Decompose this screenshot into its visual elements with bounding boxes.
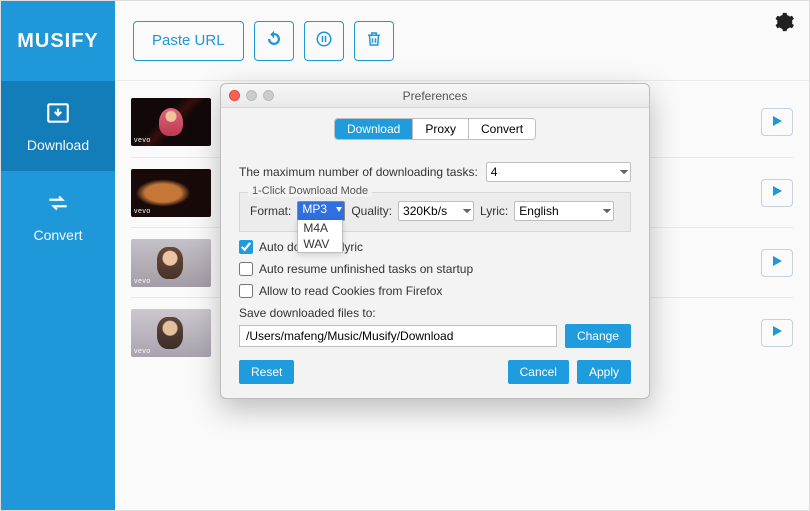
max-tasks-label: The maximum number of downloading tasks: — [239, 165, 478, 179]
app-window: MUSIFY Download Convert Paste URL — [0, 0, 810, 511]
format-select[interactable]: MP3 — [297, 201, 345, 221]
cancel-button[interactable]: Cancel — [508, 360, 569, 384]
auto-resume-checkbox[interactable] — [239, 262, 253, 276]
format-option-m4a[interactable]: M4A — [298, 220, 342, 236]
dialog-titlebar: Preferences — [221, 84, 649, 108]
cookies-label: Allow to read Cookies from Firefox — [259, 284, 442, 298]
format-dropdown: M4A WAV — [297, 220, 343, 253]
apply-button[interactable]: Apply — [577, 360, 631, 384]
quality-label: Quality: — [351, 204, 392, 218]
max-tasks-select[interactable]: 4 — [486, 162, 631, 182]
save-path-label: Save downloaded files to: — [239, 306, 631, 320]
lyric-select[interactable]: English — [514, 201, 614, 221]
format-label: Format: — [250, 204, 291, 218]
auto-resume-label: Auto resume unfinished tasks on startup — [259, 262, 473, 276]
cookies-checkbox[interactable] — [239, 284, 253, 298]
group-legend: 1-Click Download Mode — [248, 185, 372, 197]
save-path-input[interactable] — [239, 325, 557, 347]
format-option-wav[interactable]: WAV — [298, 236, 342, 252]
dialog-body: The maximum number of downloading tasks:… — [221, 150, 649, 360]
quality-select[interactable]: 320Kb/s — [398, 201, 474, 221]
dialog-footer: Reset Cancel Apply — [221, 360, 649, 398]
dialog-title: Preferences — [221, 89, 649, 103]
tab-convert[interactable]: Convert — [468, 119, 535, 139]
change-path-button[interactable]: Change — [565, 324, 631, 348]
tab-proxy[interactable]: Proxy — [412, 119, 468, 139]
auto-lyric-checkbox[interactable] — [239, 240, 253, 254]
one-click-group: 1-Click Download Mode Format: MP3 M4A WA… — [239, 192, 631, 232]
modal-overlay: Preferences Download Proxy Convert The m… — [1, 1, 809, 510]
preferences-dialog: Preferences Download Proxy Convert The m… — [220, 83, 650, 399]
lyric-label: Lyric: — [480, 204, 508, 218]
reset-button[interactable]: Reset — [239, 360, 294, 384]
preferences-tabs: Download Proxy Convert — [221, 108, 649, 150]
tab-download[interactable]: Download — [335, 119, 412, 139]
